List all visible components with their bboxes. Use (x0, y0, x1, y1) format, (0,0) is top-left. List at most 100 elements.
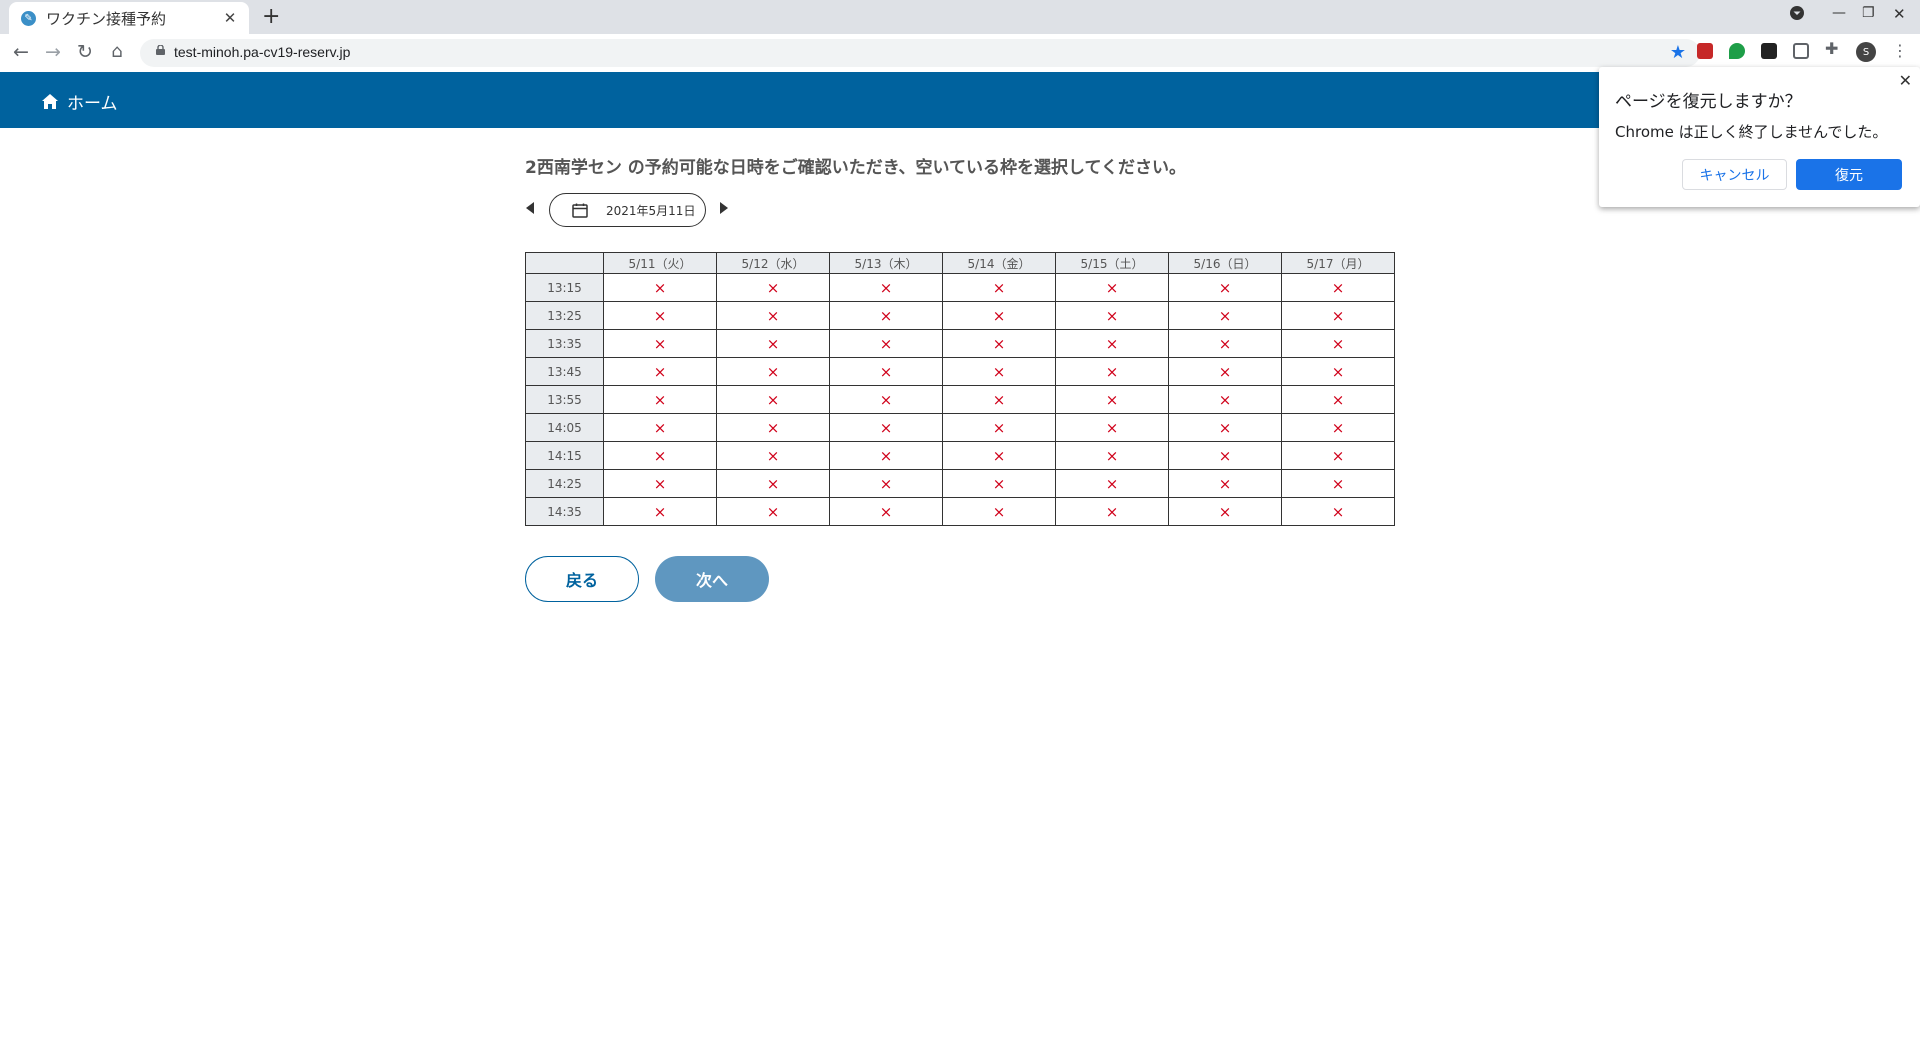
tab-close-icon[interactable]: ✕ (221, 9, 239, 27)
slot-unavailable-mark[interactable]: × (603, 273, 717, 302)
slot-unavailable-mark[interactable]: × (829, 301, 943, 330)
slot-unavailable-mark[interactable]: × (1281, 497, 1395, 526)
slot-unavailable-mark[interactable]: × (716, 385, 830, 414)
slot-unavailable-mark[interactable]: × (716, 413, 830, 442)
previous-week-icon[interactable] (526, 202, 534, 214)
slot-unavailable-mark[interactable]: × (1055, 413, 1169, 442)
slot-unavailable-mark[interactable]: × (1055, 469, 1169, 498)
slot-unavailable-mark[interactable]: × (829, 469, 943, 498)
browser-menu-icon[interactable]: ⋮ (1892, 41, 1908, 60)
url-text: test-minoh.pa-cv19-reserv.jp (174, 44, 351, 60)
restore-window-icon[interactable]: ❐ (1862, 5, 1875, 21)
slot-unavailable-mark[interactable]: × (942, 441, 1056, 470)
slot-unavailable-mark[interactable]: × (1168, 441, 1282, 470)
slot-unavailable-mark[interactable]: × (603, 469, 717, 498)
slot-unavailable-mark[interactable]: × (716, 497, 830, 526)
home-browser-icon[interactable]: ⌂ (106, 41, 128, 62)
slot-unavailable-mark[interactable]: × (942, 385, 1056, 414)
slot-unavailable-mark[interactable]: × (1281, 469, 1395, 498)
slot-unavailable-mark[interactable]: × (829, 273, 943, 302)
slot-unavailable-mark[interactable]: × (603, 329, 717, 358)
reload-icon[interactable]: ↻ (74, 41, 96, 63)
slot-unavailable-mark[interactable]: × (716, 469, 830, 498)
slot-unavailable-mark[interactable]: × (1055, 329, 1169, 358)
date-picker[interactable]: 2021年5月11日 (549, 193, 706, 227)
slot-unavailable-mark[interactable]: × (1055, 441, 1169, 470)
close-window-icon[interactable]: ✕ (1893, 5, 1906, 23)
slot-unavailable-mark[interactable]: × (1168, 301, 1282, 330)
next-week-icon[interactable] (720, 202, 728, 214)
slot-unavailable-mark[interactable]: × (1281, 385, 1395, 414)
column-header: 5/12（水） (716, 252, 830, 274)
slot-unavailable-mark[interactable]: × (829, 413, 943, 442)
table-row: 14:35 × × × × × × × (525, 497, 1395, 526)
slot-unavailable-mark[interactable]: × (829, 385, 943, 414)
address-bar[interactable]: test-minoh.pa-cv19-reserv.jp ★ (140, 39, 1700, 67)
slot-unavailable-mark[interactable]: × (716, 301, 830, 330)
slot-unavailable-mark[interactable]: × (716, 357, 830, 386)
dialog-close-icon[interactable]: ✕ (1899, 71, 1912, 90)
slot-unavailable-mark[interactable]: × (603, 301, 717, 330)
extensions-puzzle-icon[interactable]: ✚ (1825, 39, 1841, 58)
table-row: 14:05 × × × × × × × (525, 413, 1395, 442)
table-row: 14:15 × × × × × × × (525, 441, 1395, 470)
back-arrow-icon[interactable]: ← (10, 41, 32, 63)
home-link[interactable]: ホーム (41, 89, 118, 114)
time-slot-label: 13:45 (525, 357, 604, 386)
slot-unavailable-mark[interactable]: × (1281, 329, 1395, 358)
slot-unavailable-mark[interactable]: × (1168, 273, 1282, 302)
slot-unavailable-mark[interactable]: × (603, 357, 717, 386)
slot-unavailable-mark[interactable]: × (1281, 273, 1395, 302)
slot-unavailable-mark[interactable]: × (603, 497, 717, 526)
slot-unavailable-mark[interactable]: × (603, 413, 717, 442)
slot-unavailable-mark[interactable]: × (829, 497, 943, 526)
slot-unavailable-mark[interactable]: × (603, 385, 717, 414)
dialog-cancel-button[interactable]: キャンセル (1682, 159, 1787, 190)
slot-unavailable-mark[interactable]: × (829, 357, 943, 386)
slot-unavailable-mark[interactable]: × (1055, 301, 1169, 330)
slot-unavailable-mark[interactable]: × (1055, 497, 1169, 526)
slot-unavailable-mark[interactable]: × (1281, 301, 1395, 330)
slot-unavailable-mark[interactable]: × (1168, 329, 1282, 358)
new-tab-button[interactable]: + (262, 4, 280, 29)
slot-unavailable-mark[interactable]: × (1055, 357, 1169, 386)
slot-unavailable-mark[interactable]: × (829, 441, 943, 470)
slot-unavailable-mark[interactable]: × (716, 329, 830, 358)
slot-unavailable-mark[interactable]: × (716, 441, 830, 470)
slot-unavailable-mark[interactable]: × (1168, 385, 1282, 414)
extension-green-icon[interactable] (1729, 43, 1745, 59)
browser-tab[interactable]: ✎ ワクチン接種予約 ✕ (9, 2, 249, 34)
slot-unavailable-mark[interactable]: × (1055, 385, 1169, 414)
selected-date: 2021年5月11日 (606, 203, 696, 218)
extension-bookmark-icon[interactable] (1761, 43, 1777, 59)
tab-search-icon[interactable] (1789, 5, 1805, 25)
next-button[interactable]: 次へ (655, 556, 769, 602)
slot-unavailable-mark[interactable]: × (942, 301, 1056, 330)
slot-unavailable-mark[interactable]: × (1281, 441, 1395, 470)
bookmark-star-icon[interactable]: ★ (1670, 42, 1686, 63)
minimize-icon[interactable]: — (1832, 5, 1846, 21)
forward-arrow-icon[interactable]: → (42, 41, 64, 63)
slot-unavailable-mark[interactable]: × (716, 273, 830, 302)
slot-unavailable-mark[interactable]: × (1055, 273, 1169, 302)
time-slot-label: 14:15 (525, 441, 604, 470)
back-button[interactable]: 戻る (525, 556, 639, 602)
slot-unavailable-mark[interactable]: × (942, 329, 1056, 358)
slot-unavailable-mark[interactable]: × (942, 469, 1056, 498)
dialog-restore-button[interactable]: 復元 (1796, 159, 1902, 190)
slot-unavailable-mark[interactable]: × (942, 413, 1056, 442)
profile-avatar[interactable]: S (1856, 42, 1876, 62)
slot-unavailable-mark[interactable]: × (1168, 469, 1282, 498)
slot-unavailable-mark[interactable]: × (1168, 413, 1282, 442)
extension-screen-icon[interactable] (1793, 43, 1809, 59)
slot-unavailable-mark[interactable]: × (829, 329, 943, 358)
slot-unavailable-mark[interactable]: × (1281, 413, 1395, 442)
slot-unavailable-mark[interactable]: × (603, 441, 717, 470)
extension-red-icon[interactable] (1697, 43, 1713, 59)
slot-unavailable-mark[interactable]: × (1168, 497, 1282, 526)
slot-unavailable-mark[interactable]: × (942, 273, 1056, 302)
slot-unavailable-mark[interactable]: × (1168, 357, 1282, 386)
slot-unavailable-mark[interactable]: × (1281, 357, 1395, 386)
slot-unavailable-mark[interactable]: × (942, 357, 1056, 386)
slot-unavailable-mark[interactable]: × (942, 497, 1056, 526)
